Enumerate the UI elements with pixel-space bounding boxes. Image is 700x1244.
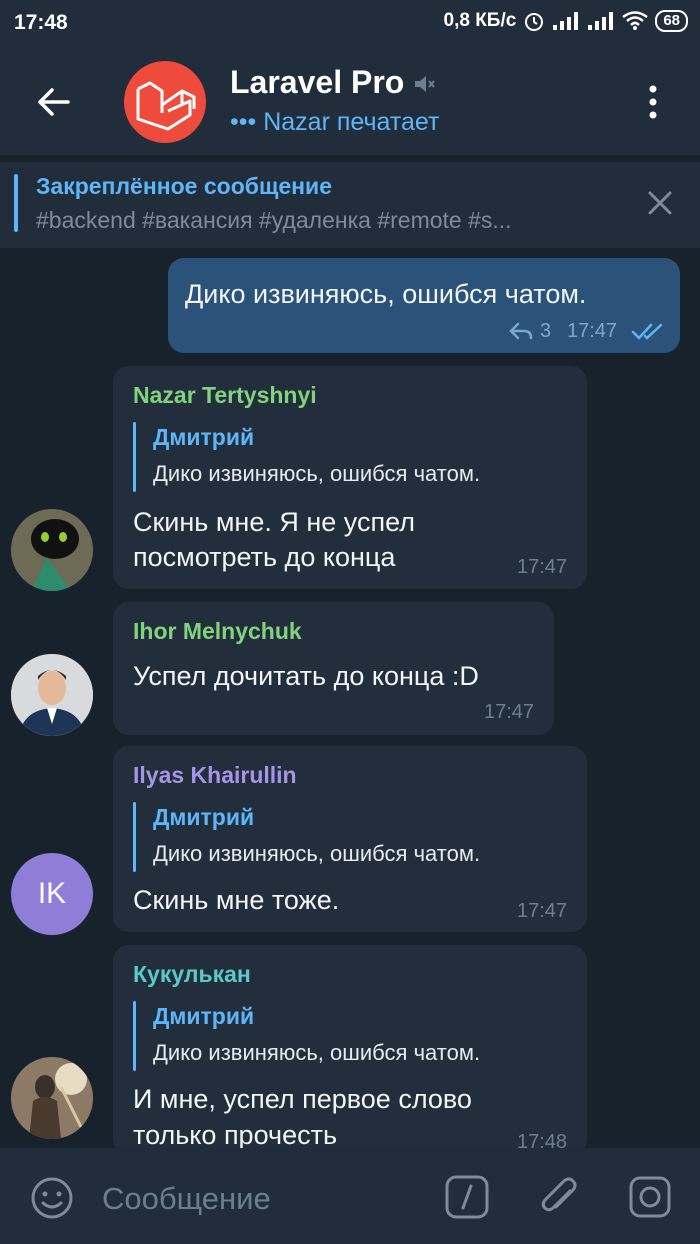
reply-count: 3	[540, 320, 552, 342]
muted-icon	[415, 76, 435, 92]
status-bar: 17:48 0,8 КБ/с 68	[0, 0, 700, 46]
sender-name[interactable]: Ilyas Khairullin	[133, 762, 297, 789]
pinned-title: Закреплённое сообщение	[36, 173, 332, 199]
chat-screen: 17:48 0,8 КБ/с 68 Laravel Pro ••• Nazar …	[0, 0, 700, 1244]
sender-name[interactable]: Nazar Tertyshnyi	[133, 382, 317, 409]
incoming-message[interactable]: Ihor Melnychuk Успел дочитать до конца :…	[113, 602, 554, 735]
message-input[interactable]	[100, 1176, 424, 1222]
avatar[interactable]: IK	[11, 853, 93, 935]
outgoing-message[interactable]: Дико извиняюсь, ошибся чатом. 3 17:47	[168, 258, 680, 353]
chat-header: 17:48 0,8 КБ/с 68 Laravel Pro ••• Nazar …	[0, 0, 700, 155]
incoming-message[interactable]: Nazar Tertyshnyi Дмитрий Дико извиняюсь,…	[113, 366, 587, 589]
reply-arrow-icon	[509, 322, 533, 340]
sender-name[interactable]: Ihor Melnychuk	[133, 618, 302, 645]
incoming-message[interactable]: Кукулькан Дмитрий Дико извиняюсь, ошибся…	[113, 945, 587, 1155]
message-time: 17:47	[567, 320, 618, 342]
person-avatar-icon	[11, 654, 93, 736]
battery-icon: 68	[655, 10, 688, 32]
typing-status: ••• Nazar печатает	[230, 108, 440, 136]
sender-name[interactable]: Кукулькан	[133, 961, 251, 988]
reply-sender: Дмитрий	[153, 424, 255, 450]
reply-text: Дико извиняюсь, ошибся чатом.	[153, 461, 481, 486]
more-menu-icon[interactable]	[640, 84, 666, 120]
reply-accent-line	[133, 802, 136, 872]
net-speed: 0,8 КБ/с	[443, 10, 517, 31]
group-avatar[interactable]	[124, 61, 206, 143]
double-check-icon	[631, 323, 663, 340]
message-text-line1: Скинь мне. Я не успел	[133, 507, 415, 537]
chat-title[interactable]: Laravel Pro	[230, 64, 404, 101]
pinned-message-bar[interactable]: Закреплённое сообщение #backend #ваканси…	[0, 162, 700, 248]
message-time: 17:47	[517, 900, 568, 922]
avatar[interactable]	[11, 654, 93, 736]
message-text: Успел дочитать до конца :D	[133, 661, 479, 691]
signal-icon-2	[588, 12, 614, 30]
reply-sender: Дмитрий	[153, 1003, 255, 1029]
close-icon[interactable]	[647, 190, 673, 216]
reply-text: Дико извиняюсь, ошибся чатом.	[153, 841, 481, 866]
signal-icon	[553, 12, 579, 30]
emoji-icon[interactable]	[28, 1174, 76, 1222]
message-text: Скинь мне тоже.	[133, 885, 340, 915]
status-time: 17:48	[14, 11, 68, 34]
message-text-line2: посмотреть до конца	[133, 542, 396, 572]
back-arrow-icon[interactable]	[32, 80, 76, 124]
reply-accent-line	[133, 422, 136, 492]
alarm-icon	[525, 13, 544, 31]
status-icons: 0,8 КБ/с 68	[444, 10, 688, 32]
avatar[interactable]	[11, 1057, 93, 1139]
bot-command-icon[interactable]	[443, 1173, 491, 1221]
message-time: 17:47	[484, 701, 535, 723]
warrior-avatar-icon	[11, 1057, 93, 1139]
pinned-text: #backend #вакансия #удаленка #remote #s.…	[36, 207, 512, 233]
paperclip-icon[interactable]	[536, 1173, 584, 1221]
cat-avatar-icon	[11, 509, 93, 591]
avatar[interactable]	[11, 509, 93, 591]
reply-sender: Дмитрий	[153, 804, 255, 830]
wifi-icon	[622, 11, 649, 30]
message-time: 17:47	[517, 556, 568, 578]
incoming-message[interactable]: Ilyas Khairullin Дмитрий Дико извиняюсь,…	[113, 746, 587, 932]
avatar-initials: IK	[37, 877, 67, 910]
reply-accent-line	[133, 1001, 136, 1071]
reply-text: Дико извиняюсь, ошибся чатом.	[153, 1040, 481, 1065]
message-text: Дико извиняюсь, ошибся чатом.	[185, 279, 587, 309]
laravel-logo-icon	[136, 81, 196, 131]
pinned-accent-line	[14, 174, 18, 232]
camera-icon[interactable]	[626, 1173, 674, 1221]
message-text-line1: И мне, успел первое слово	[133, 1084, 472, 1114]
